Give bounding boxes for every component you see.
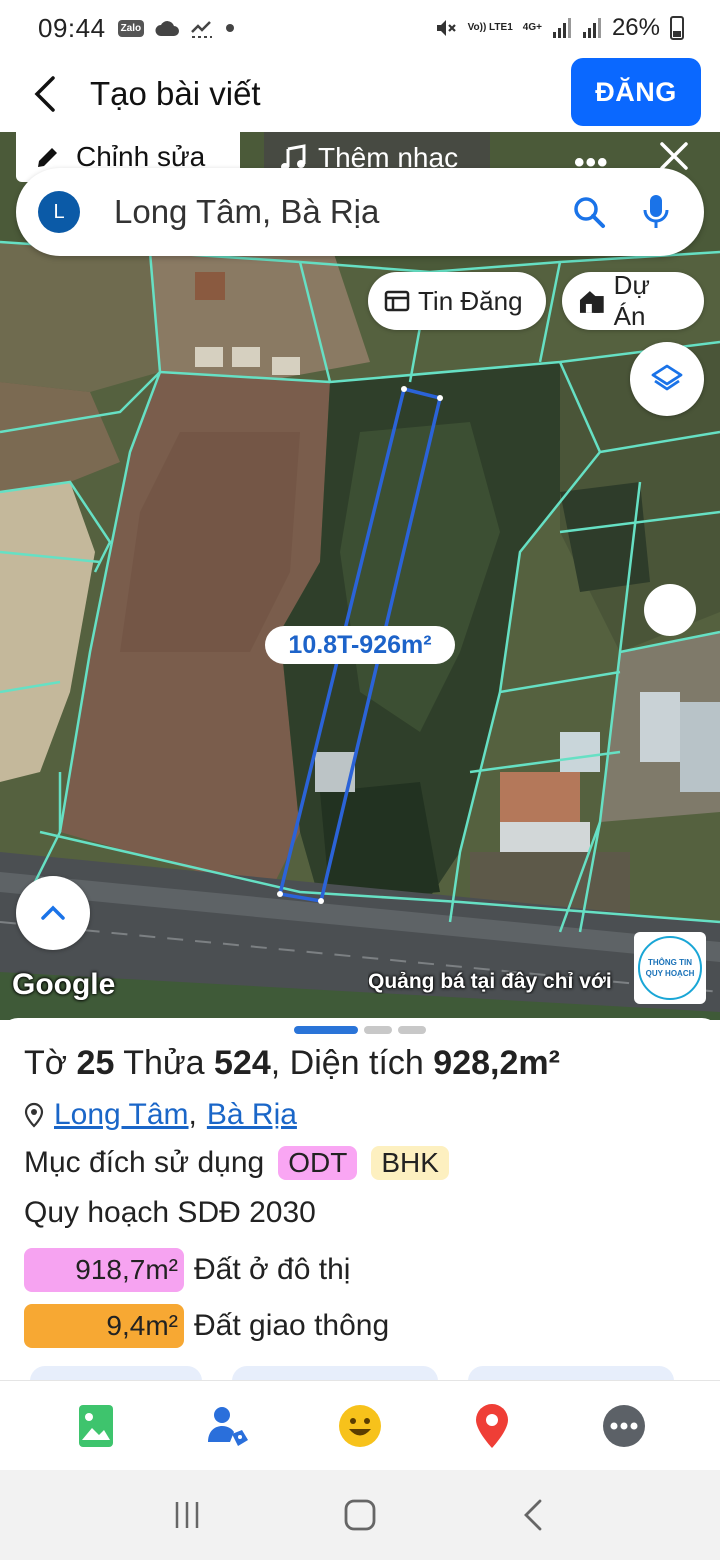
microphone-icon <box>643 195 669 228</box>
listings-chip[interactable]: Tin Đăng <box>368 272 546 330</box>
status-right-icons: Vo)) LTE1 4G+ 26% <box>434 14 684 42</box>
post-toolbar <box>0 1380 720 1470</box>
back-icon <box>524 1499 542 1531</box>
listings-chip-label: Tin Đăng <box>418 285 523 316</box>
recents-icon <box>175 1502 198 1528</box>
action-pill[interactable] <box>232 1366 438 1380</box>
plan-area-label: Đất giao thông <box>194 1309 390 1342</box>
land-use-tag-odt: ODT <box>278 1146 358 1180</box>
check-in-button[interactable] <box>462 1396 522 1456</box>
plan-area-value: 9,4m² <box>24 1304 184 1348</box>
layers-icon <box>651 364 683 391</box>
planning-badge-line1: THÔNG TIN <box>648 958 692 967</box>
status-time: 09:44 <box>38 12 106 43</box>
signal-icon <box>582 18 601 38</box>
image-icon <box>79 1404 113 1447</box>
search-button[interactable] <box>564 187 614 237</box>
planning-title: Quy hoạch SDĐ 2030 <box>24 1196 316 1229</box>
location-row: Long Tâm , Bà Rịa <box>24 1098 297 1132</box>
ward-link[interactable]: Long Tâm <box>54 1098 189 1132</box>
more-options-toolbar-button[interactable] <box>594 1396 654 1456</box>
feeling-button[interactable] <box>330 1396 390 1456</box>
more-icon <box>603 1404 645 1447</box>
emoji-icon <box>339 1404 381 1447</box>
volte-label: Vo)) LTE1 <box>467 22 513 33</box>
system-back-button[interactable] <box>503 1485 563 1545</box>
missed-calls-icon <box>191 21 213 38</box>
home-button[interactable] <box>330 1485 390 1545</box>
newspaper-icon <box>384 290 410 312</box>
recents-button[interactable] <box>157 1485 217 1545</box>
expand-sheet-button[interactable] <box>16 876 90 950</box>
land-use-label: Mục đích sử dụng <box>24 1146 265 1179</box>
status-bar: 09:44 Zalo Vo)) LTE1 4G+ 26% <box>0 0 720 56</box>
map-view[interactable]: Chỉnh sửa Thêm nhạc ••• L Long Tâm, Bà R… <box>0 132 720 1020</box>
plot-number: 524 <box>214 1044 271 1082</box>
projects-chip[interactable]: Dự Án <box>562 270 704 331</box>
pencil-icon <box>38 148 57 167</box>
battery-percent: 26% <box>611 14 660 41</box>
mute-icon <box>436 20 456 36</box>
map-search-bar[interactable]: L Long Tâm, Bà Rịa <box>16 168 704 256</box>
system-navigation-bar <box>0 1470 720 1560</box>
plan-area-row: 918,7m² Đất ở đô thị <box>24 1248 350 1292</box>
parcel-info-sheet: Tờ 25 Thửa 524, Diện tích 928,2m² Long T… <box>0 1018 720 1380</box>
location-pin-icon <box>476 1403 508 1448</box>
google-logo: Google <box>12 968 116 1001</box>
post-button[interactable]: ĐĂNG <box>571 58 701 126</box>
location-pin-icon <box>24 1102 44 1128</box>
search-icon <box>574 197 605 228</box>
projects-chip-label: Dự Án <box>613 270 650 331</box>
city-link[interactable]: Bà Rịa <box>207 1098 297 1132</box>
zalo-icon: Zalo <box>117 19 145 37</box>
plan-area-value: 918,7m² <box>24 1248 184 1292</box>
app-header: Tạo bài viết ĐĂNG <box>0 56 720 132</box>
plan-area-label: Đất ở đô thị <box>194 1253 351 1286</box>
planning-info-logo: THÔNG TIN QUY HOẠCH <box>638 936 702 1000</box>
land-use-row: Mục đích sử dụng ODT BHK <box>24 1146 449 1180</box>
land-use-tag-bhk: BHK <box>371 1146 449 1180</box>
action-pill[interactable] <box>30 1366 202 1380</box>
page-dot-active <box>294 1026 358 1034</box>
map-layers-button[interactable] <box>630 342 704 416</box>
building-icon <box>579 291 604 313</box>
page-dot <box>398 1026 426 1034</box>
ad-banner-text[interactable]: Quảng bá tại đây chỉ với <box>368 970 634 994</box>
area-label: , Diện tích <box>270 1044 424 1082</box>
page-indicator <box>294 1026 426 1034</box>
back-button[interactable] <box>14 56 74 132</box>
tag-person-icon <box>208 1406 248 1446</box>
chevron-up-icon <box>41 905 65 920</box>
location-separator: , <box>188 1098 197 1131</box>
map-control-dot[interactable] <box>644 584 696 636</box>
action-pill[interactable] <box>468 1366 674 1380</box>
dot-icon <box>226 24 235 32</box>
plot-label: Thửa <box>123 1044 205 1082</box>
add-photo-button[interactable] <box>66 1396 126 1456</box>
home-icon <box>344 1499 376 1531</box>
parcel-label: 10.8T-926m² <box>265 626 455 664</box>
map-search-input[interactable]: Long Tâm, Bà Rịa <box>114 193 564 231</box>
status-left-icons: Zalo <box>117 18 237 38</box>
planning-info-badge[interactable]: THÔNG TIN QUY HOẠCH <box>634 932 706 1004</box>
battery-icon <box>670 16 684 40</box>
page-dot <box>364 1026 392 1034</box>
network-label: 4G+ <box>522 22 542 33</box>
page-title: Tạo bài viết <box>90 75 261 112</box>
satellite-map-image <box>0 132 720 1020</box>
signal-icon <box>552 18 571 38</box>
sheet-label: Tờ <box>24 1044 68 1082</box>
plan-area-row: 9,4m² Đất giao thông <box>24 1304 389 1348</box>
area-value: 928,2m² <box>433 1044 560 1082</box>
tag-people-button[interactable] <box>198 1396 258 1456</box>
sheet-number: 25 <box>76 1044 115 1082</box>
voice-search-button[interactable] <box>636 187 676 237</box>
account-avatar[interactable]: L <box>38 191 80 233</box>
planning-badge-line2: QUY HOẠCH <box>645 969 695 978</box>
parcel-summary: Tờ 25 Thửa 524, Diện tích 928,2m² <box>24 1044 560 1083</box>
chevron-left-icon <box>34 76 55 112</box>
cloud-icon <box>155 21 180 36</box>
